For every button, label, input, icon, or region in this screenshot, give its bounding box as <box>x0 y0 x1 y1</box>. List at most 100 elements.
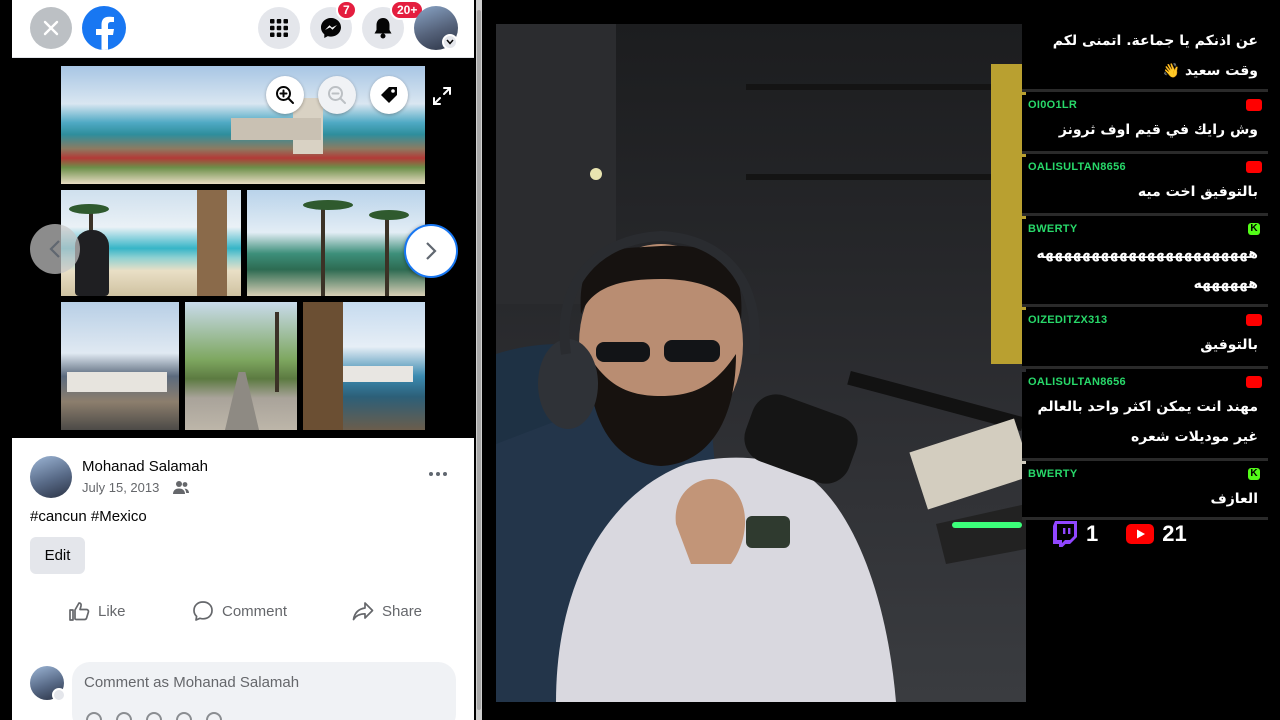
zoom-out-button[interactable] <box>318 76 356 114</box>
friends-audience-icon <box>173 481 189 494</box>
comment-composer[interactable] <box>72 662 456 720</box>
sticker-icon[interactable] <box>206 712 222 720</box>
photo-tile <box>247 190 425 296</box>
gif-icon[interactable] <box>176 712 192 720</box>
twitch-viewer-count: 1 <box>1086 521 1099 546</box>
tag-icon <box>381 87 397 103</box>
chat-message-text: العازف <box>1210 491 1258 507</box>
chat-username: BWERTY <box>1028 468 1078 480</box>
messenger-icon <box>321 18 341 38</box>
viewer-counts: 1 21 <box>1052 515 1272 553</box>
chevron-down-icon <box>446 39 454 45</box>
facebook-panel: 7 20+ Mohanad Salamah July 15, 2013 #can… <box>12 0 474 720</box>
youtube-icon <box>1246 161 1262 173</box>
chat-message: OALISULTAN8656 بالتوفيق اخت ميه <box>1022 157 1268 216</box>
more-horizontal-icon <box>429 472 447 476</box>
kick-icon: K <box>1248 468 1260 480</box>
chat-username: OIZEDITZX313 <box>1028 314 1108 326</box>
close-button[interactable] <box>30 7 72 49</box>
boat <box>343 366 413 382</box>
bell-icon <box>374 18 392 39</box>
chat-message: OIZEDITZX313 بالتوفيق <box>1022 310 1268 369</box>
chat-message: OI0O1LR وش رايك في قيم اوف ثرونز <box>1022 95 1268 154</box>
stream-chat: عن اذنكم يا جماعة. اتمنى لكم وقت سعيد 👋 … <box>1022 24 1268 520</box>
chevron-right-icon <box>426 242 437 260</box>
palm-trunk <box>385 216 389 296</box>
zoom-in-button[interactable] <box>266 76 304 114</box>
author-name[interactable]: Mohanad Salamah <box>82 458 208 475</box>
facebook-top-bar: 7 20+ <box>12 0 474 58</box>
share-label: Share <box>382 602 423 620</box>
post-date[interactable]: July 15, 2013 <box>82 480 159 495</box>
palm-frond <box>303 200 353 210</box>
wood-pillar <box>197 190 227 296</box>
chat-username: OI0O1LR <box>1028 99 1078 111</box>
palm-frond <box>369 210 409 220</box>
fullscreen-button[interactable] <box>428 82 456 110</box>
emoji-icon[interactable] <box>116 712 132 720</box>
more-options-button[interactable] <box>422 462 454 486</box>
like-label: Like <box>98 602 126 620</box>
camera-icon[interactable] <box>146 712 162 720</box>
youtube-viewer-count: 21 <box>1162 521 1187 546</box>
youtube-icon <box>1246 376 1262 388</box>
chat-message-text: بالتوفيق اخت ميه <box>1137 184 1258 200</box>
commenter-switch-chevron[interactable] <box>52 688 66 702</box>
tag-photo-button[interactable] <box>370 76 408 114</box>
share-arrow-icon <box>352 602 374 621</box>
like-button[interactable]: Like <box>68 597 126 625</box>
chat-username: OALISULTAN8656 <box>1028 161 1126 173</box>
twitch-icon <box>1053 521 1077 547</box>
palm-trunk <box>275 312 279 392</box>
chat-message-text: هههههههههههههههههههههههه ههههههه <box>1036 246 1258 292</box>
chat-message-text: وش رايك في قيم اوف ثرونز <box>1058 122 1258 138</box>
chevron-left-icon <box>49 240 60 258</box>
chat-username: BWERTY <box>1028 223 1078 235</box>
comment-button[interactable]: Comment <box>192 597 287 625</box>
grid-menu-icon <box>270 19 288 37</box>
photo-tile <box>61 190 241 296</box>
close-icon <box>43 20 59 36</box>
account-menu-chevron[interactable] <box>442 34 458 50</box>
previous-photo-button[interactable] <box>30 224 80 274</box>
facebook-logo[interactable] <box>82 6 126 50</box>
facebook-f-icon <box>96 16 114 50</box>
comment-tools <box>86 712 222 720</box>
silhouette <box>75 230 109 296</box>
comment-bubble-icon <box>193 601 213 621</box>
chat-message-text: عن اذنكم يا جماعة. اتمنى لكم وقت سعيد 👋 <box>1052 33 1258 79</box>
expand-icon <box>433 87 451 105</box>
messenger-badge: 7 <box>336 0 357 20</box>
comment-label: Comment <box>222 602 288 620</box>
webcam-feed <box>496 24 1026 702</box>
chat-message: عن اذنكم يا جماعة. اتمنى لكم وقت سعيد 👋 <box>1022 24 1268 92</box>
photo-tile <box>185 302 297 430</box>
chat-message: BWERTY K هههههههههههههههههههههههه هههههه… <box>1022 219 1268 307</box>
photo-tile <box>61 66 425 184</box>
photo-viewer[interactable] <box>12 58 474 438</box>
youtube-icon <box>1246 99 1262 111</box>
author-avatar[interactable] <box>30 456 72 498</box>
chat-message-text: مهند انت يمكن اكثر واحد بالعالم غير مودي… <box>1037 399 1258 445</box>
edit-button[interactable]: Edit <box>30 537 85 574</box>
photo-tile <box>303 302 425 430</box>
photo-tile <box>61 302 179 430</box>
palm-frond <box>69 204 109 214</box>
avatar-sticker-icon[interactable] <box>86 712 102 720</box>
hotel-wing <box>231 118 321 140</box>
menu-button[interactable] <box>258 7 300 49</box>
post-caption: #cancun #Mexico <box>30 508 147 525</box>
thumbs-up-icon <box>69 602 90 621</box>
share-button[interactable]: Share <box>352 597 422 625</box>
scrollbar-thumb[interactable] <box>477 10 481 710</box>
zoom-in-icon <box>276 86 294 104</box>
chat-message: BWERTY K العازف <box>1022 464 1268 520</box>
boat <box>67 372 167 392</box>
zoom-out-icon <box>328 86 346 104</box>
hut-post <box>303 302 343 430</box>
palm-trunk <box>321 208 325 296</box>
kick-icon: K <box>1248 223 1260 235</box>
chat-message-text: بالتوفيق <box>1200 337 1258 353</box>
comment-input[interactable] <box>84 674 424 691</box>
next-photo-button[interactable] <box>404 224 458 278</box>
